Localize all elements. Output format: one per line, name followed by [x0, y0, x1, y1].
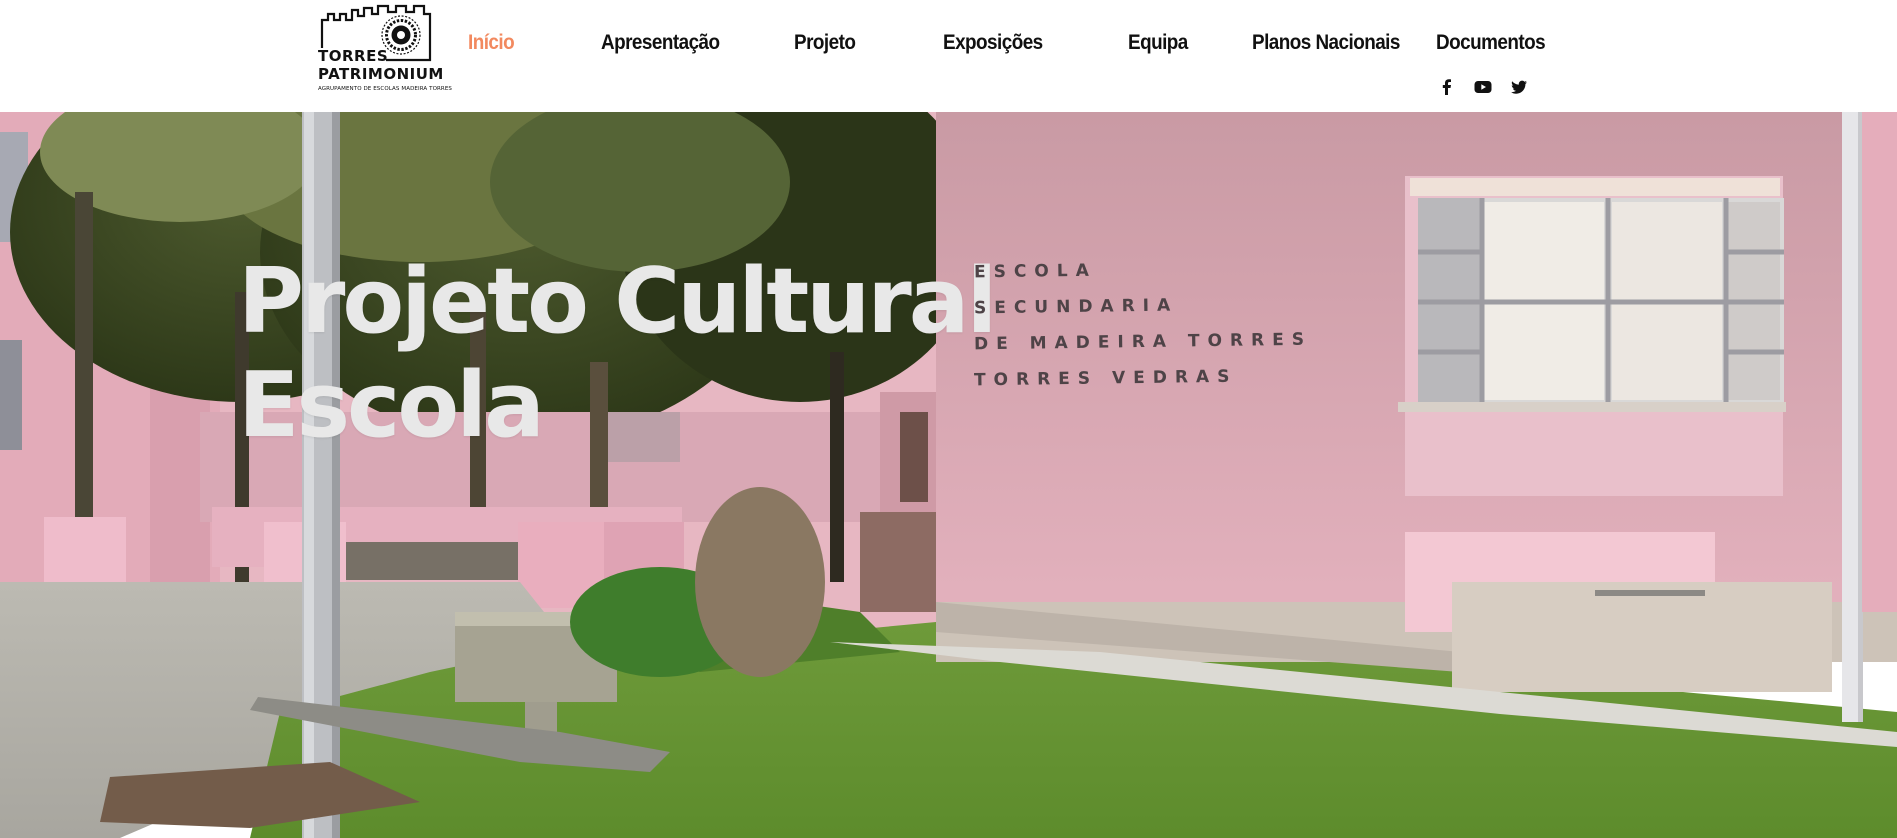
- nav-item-equipa[interactable]: Equipa: [1128, 31, 1188, 55]
- nav-item-projeto[interactable]: Projeto: [794, 31, 856, 55]
- logo-text-line1: TORRES: [318, 47, 389, 65]
- logo-text-line3: AGRUPAMENTO DE ESCOLAS MADEIRA TORRES: [318, 86, 453, 92]
- nav-item-inicio[interactable]: Início: [468, 31, 515, 55]
- wall-sign-line1: ESCOLA: [973, 260, 1097, 283]
- site-logo[interactable]: TORRES PATRIMONIUM AGRUPAMENTO DE ESCOLA…: [316, 2, 452, 98]
- nav-item-exposicoes[interactable]: Exposições: [943, 31, 1043, 55]
- nav-item-planos-nacionais[interactable]: Planos Nacionais: [1252, 31, 1400, 55]
- hero-title-line1: Projeto Cultural: [238, 249, 997, 354]
- twitter-icon[interactable]: [1510, 78, 1528, 96]
- nav-item-documentos[interactable]: Documentos: [1436, 31, 1546, 55]
- youtube-icon[interactable]: [1474, 78, 1492, 96]
- site-header: TORRES PATRIMONIUM AGRUPAMENTO DE ESCOLA…: [0, 0, 1897, 112]
- wall-sign: ESCOLA SECUNDARIA DE MADEIRA TORRES TORR…: [974, 252, 1312, 396]
- wall-sign-line3: DE MADEIRA TORRES: [973, 329, 1313, 355]
- hero-title: Projeto Cultural Escola: [238, 249, 997, 458]
- wall-sign-line2: SECUNDARIA: [973, 295, 1179, 319]
- hero-title-line2: Escola: [238, 353, 545, 458]
- wall-sign-line4: TORRES VEDRAS: [973, 366, 1238, 391]
- nav-item-apresentacao[interactable]: Apresentação: [601, 31, 720, 55]
- facebook-icon[interactable]: [1438, 78, 1456, 96]
- logo-text-line2: PATRIMONIUM: [318, 65, 444, 83]
- school-building-photo: [0, 112, 1897, 838]
- hero-section: Projeto Cultural Escola ESCOLA SECUNDARI…: [0, 112, 1897, 838]
